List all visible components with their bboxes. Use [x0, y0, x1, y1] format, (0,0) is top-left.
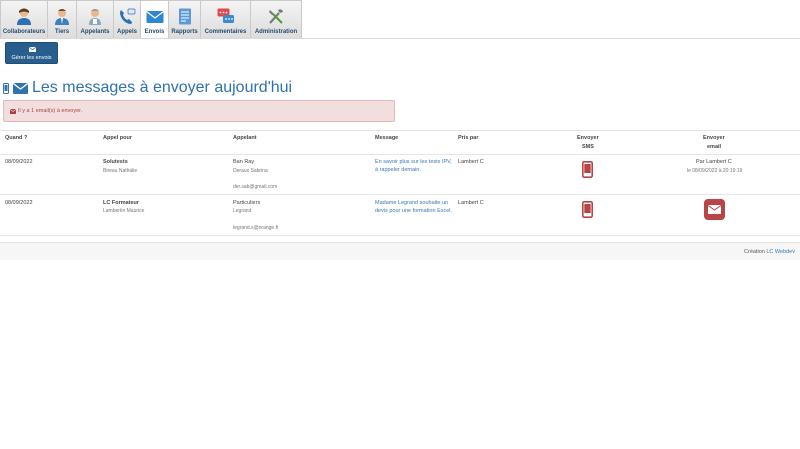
- send-sms-icon[interactable]: [582, 161, 593, 178]
- tab-commentaires[interactable]: Commentaires: [201, 0, 251, 38]
- reports-icon: [178, 8, 191, 25]
- tab-label: Administration: [254, 29, 298, 35]
- table-top-border: [0, 130, 800, 131]
- callers-icon: [89, 9, 101, 25]
- cell-call-for-contact: Lambertin Maurice: [103, 208, 145, 214]
- tab-collaborateurs[interactable]: Collaborateurs: [0, 0, 48, 38]
- cell-caller-sub: Legrand: [233, 208, 252, 214]
- envelope-icon: [29, 47, 36, 52]
- email-sent-date: le 08/09/2022 à 20:19:19: [687, 168, 743, 174]
- third-party-icon: [55, 9, 69, 25]
- page-title-text: Les messages à envoyer aujourd'hui: [32, 79, 293, 96]
- header-send-email: Envoyer: [703, 135, 725, 141]
- alert-text: Il y a 1 email(s) à envoyer.: [18, 108, 83, 114]
- footer: Création LC Webdev: [0, 242, 800, 260]
- tab-label: Rapports: [171, 29, 198, 35]
- header-caller: Appelant: [233, 135, 257, 141]
- envelope-icon: [10, 109, 16, 114]
- header-call-for: Appel pour: [103, 135, 133, 141]
- mobile-phone-icon: [3, 82, 9, 94]
- tab-label: Collaborateurs: [2, 29, 46, 35]
- header-divider: [0, 154, 800, 155]
- tools-icon: [269, 9, 283, 24]
- email-alert: Il y a 1 email(s) à envoyer.: [3, 100, 395, 122]
- header-message: Message: [375, 135, 399, 141]
- header-taken-by: Pris par: [458, 135, 479, 141]
- nav-divider: [0, 38, 800, 39]
- footer-prefix: Création: [744, 249, 765, 255]
- tab-envois[interactable]: Envois: [141, 0, 169, 38]
- cell-message-link[interactable]: En savoir plus sur les tests IPV, à rapp…: [375, 158, 453, 174]
- header-send-sms-sub: SMS: [582, 144, 594, 150]
- cell-caller-email: legrand.s@orange.fr: [233, 225, 279, 231]
- tab-administration[interactable]: Administration: [251, 0, 302, 38]
- page-title: Les messages à envoyer aujourd'hui: [3, 78, 292, 98]
- cell-taken-by: Lambert C: [458, 159, 484, 165]
- manage-sends-label: Gérer les envois: [11, 55, 52, 61]
- footer-credit: Création LC Webdev: [744, 249, 795, 255]
- header-when: Quand ?: [5, 135, 28, 141]
- manage-sends-button[interactable]: Gérer les envois: [5, 42, 58, 64]
- email-sent-by: Par Lambert C: [696, 159, 732, 165]
- collaborators-icon: [17, 8, 31, 25]
- envelope-icon: [13, 82, 28, 94]
- cell-call-for-contact: Bireau Nathalie: [103, 168, 138, 174]
- cell-when: 08/09/2022: [5, 200, 33, 206]
- footer-link[interactable]: LC Webdev: [766, 249, 795, 255]
- cell-caller-email: der.sab@gmail.com: [233, 184, 278, 190]
- row-divider: [0, 194, 800, 195]
- mail-icon: [145, 11, 164, 23]
- tab-appelants[interactable]: Appelants: [77, 0, 114, 38]
- tab-label: Envois: [144, 29, 165, 35]
- calls-icon: [120, 8, 136, 24]
- cell-caller: Ban Ray: [233, 159, 255, 165]
- header-send-email-sub: email: [707, 144, 722, 150]
- cell-caller-sub: Deraux Sabrina: [233, 168, 268, 174]
- send-sms-icon[interactable]: [582, 201, 593, 218]
- comments-icon: [217, 8, 234, 23]
- tab-label: Tiers: [54, 29, 70, 35]
- cell-taken-by: Lambert C: [458, 200, 484, 206]
- tab-label: Appelants: [80, 29, 110, 35]
- cell-when: 08/09/2022: [5, 159, 33, 165]
- tab-label: Appels: [116, 29, 137, 35]
- main-nav: Collaborateurs Tiers Appelants Appels En…: [0, 0, 302, 38]
- cell-message-link[interactable]: Madame Legrand souhaite un devis pour un…: [375, 199, 453, 215]
- send-email-icon[interactable]: [704, 199, 725, 220]
- tab-appels[interactable]: Appels: [114, 0, 141, 38]
- header-send-sms: Envoyer: [577, 135, 599, 141]
- cell-call-for: Solutests: [103, 159, 128, 165]
- cell-call-for: LC Formateur: [103, 200, 140, 206]
- row-divider: [0, 235, 800, 236]
- tab-rapports[interactable]: Rapports: [169, 0, 201, 38]
- cell-caller: Particuliers: [233, 200, 261, 206]
- tab-tiers[interactable]: Tiers: [48, 0, 77, 38]
- tab-label: Commentaires: [204, 29, 247, 35]
